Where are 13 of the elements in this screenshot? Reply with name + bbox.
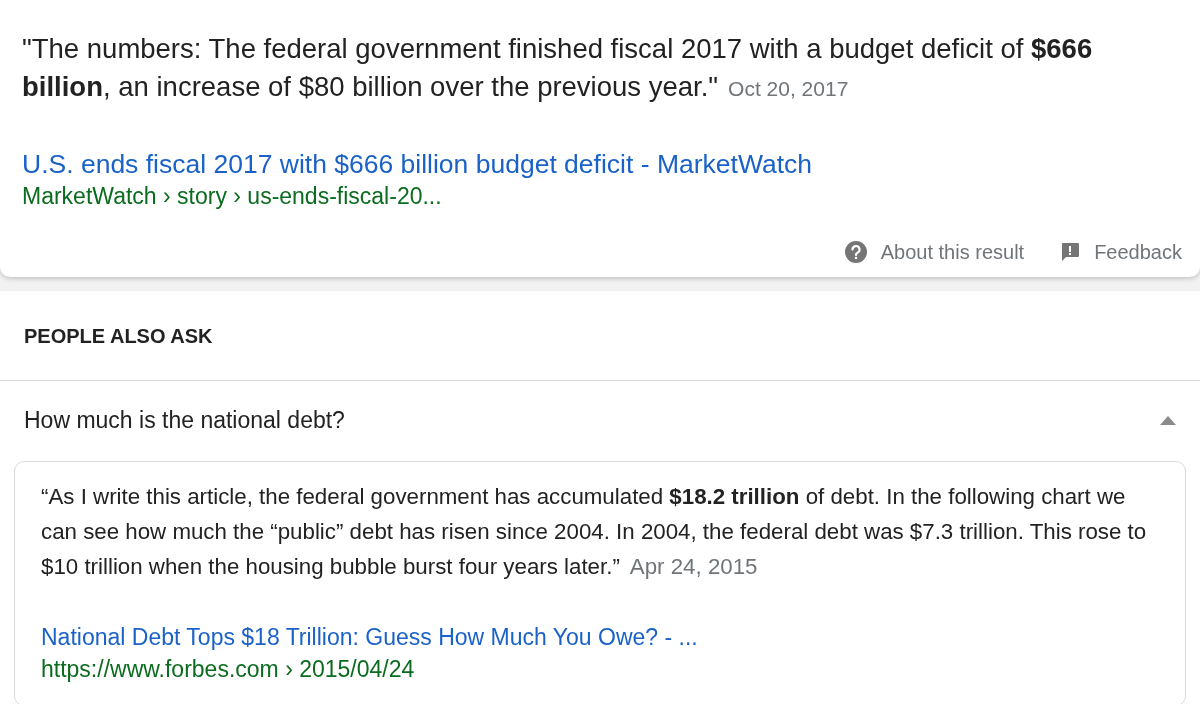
result-link[interactable]: U.S. ends fiscal 2017 with $666 billion budget deficit - MarketWatch xyxy=(22,148,812,180)
help-icon xyxy=(844,241,867,263)
breadcrumb: MarketWatch › story › us-ends-fiscal-20... xyxy=(22,182,442,211)
collapse-icon xyxy=(1160,415,1176,425)
about-result-button[interactable]: About this result xyxy=(844,239,1025,265)
snippet-text: "The numbers: The federal government finished fiscal 2017 with a budget deficit of $666 billion, an increase of $80 billion over the previous year." Oct 20, 2017 xyxy=(21,32,1094,104)
feedback-icon xyxy=(1060,242,1081,262)
answer-text: “As I write this article, the federal government has accumulated $18.2 trillion of debt. In the following chart we can see how much the “public” debt has risen since 2004. In 2004, the federal debt was $7.3 trillion. This rose to $10 trillion when the housing bubble burst four years later.” Apr 24, 2015 xyxy=(41,483,1148,581)
feedback-button[interactable]: Feedback xyxy=(1060,239,1182,265)
answer-url: https://www.forbes.com › 2015/04/24 xyxy=(41,655,415,684)
question-row[interactable]: How much is the national debt? xyxy=(0,381,1200,459)
answer-link[interactable]: National Debt Tops $18 Trillion: Guess How Much You Owe? - ... xyxy=(41,621,698,653)
section-heading: PEOPLE ALSO ASK xyxy=(24,323,213,349)
